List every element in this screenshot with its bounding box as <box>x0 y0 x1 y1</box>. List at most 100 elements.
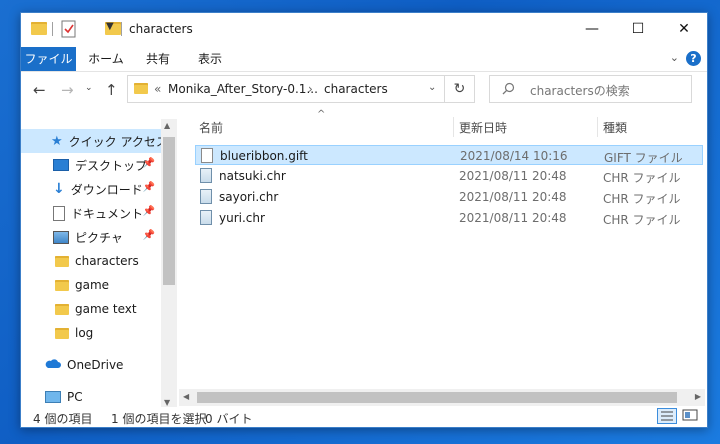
folder-icon <box>55 303 69 315</box>
file-icon <box>201 148 213 163</box>
address-dropdown-icon[interactable]: ⌄ <box>428 82 436 93</box>
column-divider[interactable] <box>597 117 598 137</box>
selection-size: 0 バイト <box>205 412 253 426</box>
sidebar-item-game[interactable]: game <box>21 273 161 297</box>
folder-icon <box>31 22 47 35</box>
back-button[interactable]: ← <box>33 81 46 99</box>
column-header-modified[interactable]: 更新日時 <box>459 119 507 136</box>
file-type: GIFT ファイル <box>604 151 683 165</box>
sidebar-item-log[interactable]: log <box>21 321 161 345</box>
file-icon <box>200 168 212 183</box>
window-title: characters <box>129 22 193 36</box>
sidebar-item-desktop[interactable]: デスクトップ 📌 <box>21 153 161 177</box>
file-icon <box>200 210 212 225</box>
sidebar-item-game-text[interactable]: game text <box>21 297 161 321</box>
folder-icon <box>55 327 69 339</box>
pin-icon: 📌 <box>142 158 155 169</box>
sidebar-item-label: ダウンロード <box>70 182 143 197</box>
breadcrumb-current[interactable]: characters <box>324 82 388 96</box>
pin-icon: 📌 <box>142 206 155 217</box>
file-modified: 2021/08/11 20:48 <box>459 169 567 183</box>
scroll-up-icon[interactable]: ▲ <box>164 121 170 130</box>
sidebar-item-label: characters <box>75 254 139 268</box>
sidebar-item-pictures[interactable]: ピクチャ 📌 <box>21 225 161 249</box>
folder-icon <box>134 83 148 94</box>
status-bar: 4 個の項目 1 個の項目を選択 0 バイト <box>21 407 707 427</box>
scroll-down-icon[interactable]: ▼ <box>164 398 170 407</box>
file-name[interactable]: yuri.chr <box>219 211 265 225</box>
title-bar: ▼ characters — ☐ ✕ <box>21 13 707 47</box>
address-overflow[interactable]: « <box>154 82 161 96</box>
file-icon <box>200 189 212 204</box>
column-header-name[interactable]: 名前 <box>199 119 223 136</box>
file-name[interactable]: sayori.chr <box>219 190 278 204</box>
search-box[interactable]: charactersの検索 <box>489 75 692 103</box>
pictures-icon <box>53 230 69 244</box>
file-type: CHR ファイル <box>603 171 681 185</box>
sidebar-item-label: ドキュメント <box>71 206 144 221</box>
search-icon <box>502 82 515 99</box>
scroll-left-icon[interactable]: ◀ <box>183 392 189 401</box>
sidebar-item-label: OneDrive <box>67 358 124 372</box>
details-view-button[interactable] <box>657 408 677 424</box>
file-row[interactable]: yuri.chr 2021/08/11 20:48 CHR ファイル <box>195 208 703 228</box>
file-name[interactable]: blueribbon.gift <box>220 149 308 163</box>
minimize-button[interactable]: — <box>569 13 615 45</box>
file-list-scrollbar[interactable]: ◀ ▶ <box>179 389 705 406</box>
address-bar[interactable]: « Monika_After_Story-0.1... › characters… <box>127 75 445 103</box>
divider <box>121 22 122 36</box>
breadcrumb-segment[interactable]: Monika_After_Story-0.1... <box>168 82 318 96</box>
large-icons-view-button[interactable] <box>681 408 701 424</box>
pin-icon: 📌 <box>142 182 155 193</box>
sidebar-item-downloads[interactable]: ↓ ダウンロード 📌 <box>21 177 161 201</box>
maximize-button[interactable]: ☐ <box>615 13 661 45</box>
search-placeholder[interactable]: charactersの検索 <box>530 82 630 99</box>
column-header-type[interactable]: 種類 <box>603 119 627 136</box>
download-icon: ↓ <box>53 181 65 197</box>
file-row[interactable]: sayori.chr 2021/08/11 20:48 CHR ファイル <box>195 187 703 207</box>
help-button[interactable]: ? <box>686 51 701 66</box>
selection-count: 1 個の項目を選択 <box>111 412 207 426</box>
close-button[interactable]: ✕ <box>661 13 707 45</box>
tab-file[interactable]: ファイル <box>21 47 76 71</box>
sidebar-item-quick-access[interactable]: ★ クイック アクセス <box>21 129 168 153</box>
up-button[interactable]: ↑ <box>105 81 118 99</box>
sidebar-item-onedrive[interactable]: OneDrive <box>21 353 161 377</box>
pin-icon: 📌 <box>142 230 155 241</box>
sidebar-item-characters[interactable]: characters <box>21 249 161 273</box>
breadcrumb-separator[interactable]: › <box>308 82 313 96</box>
star-icon: ★ <box>51 133 63 149</box>
chevron-down-icon[interactable]: ▼ <box>106 21 114 39</box>
file-row[interactable]: blueribbon.gift 2021/08/14 10:16 GIFT ファ… <box>195 145 703 165</box>
file-modified: 2021/08/11 20:48 <box>459 211 567 225</box>
file-list: ^ 名前 更新日時 種類 blueribbon.gift 2021/08/14 … <box>191 109 705 409</box>
sidebar-item-label: ピクチャ <box>75 230 123 245</box>
sidebar-item-label: log <box>75 326 94 340</box>
navigation-pane: ★ クイック アクセス デスクトップ 📌 ↓ ダウンロード 📌 ドキュメント 📌… <box>21 119 179 409</box>
properties-icon[interactable] <box>61 20 77 38</box>
scroll-right-icon[interactable]: ▶ <box>695 392 701 401</box>
sidebar-item-label: デスクトップ <box>75 158 148 173</box>
recent-locations-icon[interactable]: ⌄ <box>85 83 93 93</box>
tab-share[interactable]: 共有 <box>137 47 179 71</box>
sort-ascending-icon: ^ <box>317 109 326 120</box>
tab-home[interactable]: ホーム <box>83 47 129 71</box>
forward-button[interactable]: → <box>61 81 74 99</box>
tab-view[interactable]: 表示 <box>189 47 231 71</box>
sidebar-item-label: game <box>75 278 110 292</box>
cloud-icon <box>45 358 61 372</box>
scrollbar-thumb[interactable] <box>163 137 175 285</box>
file-type: CHR ファイル <box>603 213 681 227</box>
navigation-scrollbar[interactable]: ▲ ▼ <box>161 119 177 409</box>
computer-icon <box>45 391 61 403</box>
document-icon <box>53 205 65 221</box>
column-divider[interactable] <box>453 117 454 137</box>
sidebar-item-pc[interactable]: PC <box>21 385 161 409</box>
ribbon-expand-icon[interactable]: ⌄ <box>670 51 679 64</box>
file-name[interactable]: natsuki.chr <box>219 169 286 183</box>
scrollbar-thumb[interactable] <box>197 392 677 403</box>
refresh-button[interactable]: ↻ <box>445 75 475 103</box>
file-row[interactable]: natsuki.chr 2021/08/11 20:48 CHR ファイル <box>195 166 703 186</box>
explorer-window: ▼ characters — ☐ ✕ ファイル ホーム 共有 表示 ⌄ ? ← … <box>20 12 708 428</box>
sidebar-item-documents[interactable]: ドキュメント 📌 <box>21 201 161 225</box>
